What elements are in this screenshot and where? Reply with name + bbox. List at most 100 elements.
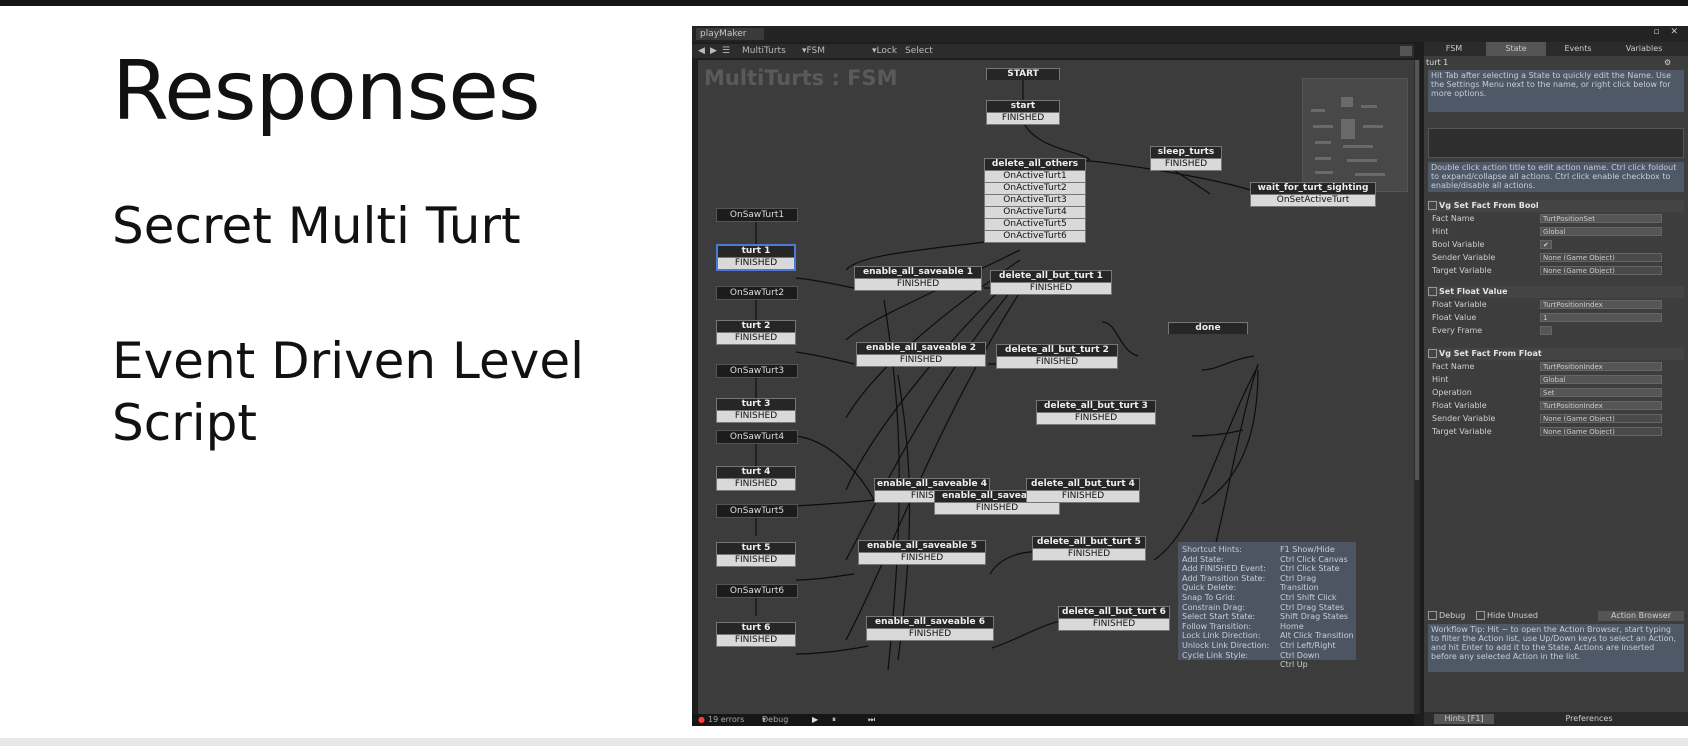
global-event-onsawturt6[interactable]: OnSawTurt6 — [716, 584, 798, 598]
hint-key: Add FINISHED Event: — [1182, 564, 1266, 574]
state-turt-5[interactable]: turt 5 FINISHED — [716, 542, 796, 567]
slide-bullet-2: Event Driven Level Script — [112, 332, 584, 452]
hint-key: Add Transition State: — [1182, 573, 1266, 583]
forward-icon[interactable]: ▶ — [710, 44, 717, 58]
window-controls[interactable]: ▫ ✕ — [1653, 27, 1682, 37]
lock-toggle[interactable]: ▾ Lock — [872, 44, 897, 58]
global-event-onsawturt4[interactable]: OnSawTurt4 — [716, 430, 798, 444]
preferences-button[interactable]: Preferences — [1544, 714, 1634, 724]
state-delete-all-but-turt-3[interactable]: delete_all_but_turt 3 FINISHED — [1036, 400, 1156, 425]
hint-value: Alt Click Transition — [1280, 631, 1354, 641]
hint-key: Snap To Grid: — [1182, 592, 1236, 602]
hint-value: Ctrl Click State — [1280, 564, 1340, 574]
hint-key: Follow Transition: — [1182, 621, 1252, 631]
global-event-onsawturt5[interactable]: OnSawTurt5 — [716, 504, 798, 518]
hint-value: Home — [1280, 621, 1304, 631]
state-delete-all-others[interactable]: delete_all_others OnActiveTurt1 OnActive… — [984, 158, 1086, 243]
state-enable-all-saveable-5[interactable]: enable_all_saveable 5 FINISHED — [858, 540, 986, 565]
inspector-panel: FSM State Events Variables turt 1 ⚙ Hit … — [1424, 42, 1688, 726]
hint-value: Ctrl Drag States — [1280, 602, 1345, 612]
hints-button[interactable]: Hints [F1] — [1434, 714, 1494, 724]
state-enable-all-saveable-6[interactable]: enable_all_saveable 6 FINISHED — [866, 616, 994, 641]
error-count[interactable]: 19 errors — [708, 714, 744, 726]
fsm-owner-select[interactable]: MultiTurts — [742, 44, 786, 58]
shortcut-hints-panel: Shortcut Hints: Add State: Add FINISHED Ev… — [1178, 542, 1356, 669]
select-button[interactable]: Select — [905, 44, 933, 58]
global-event-onsawturt2[interactable]: OnSawTurt2 — [716, 286, 798, 300]
state-delete-all-but-turt-4[interactable]: delete_all_but_turt 4 FINISHED — [1026, 478, 1140, 503]
action-vg-set-fact-from-bool[interactable]: Vg Set Fact From Bool Fact Name TurtPosit… — [1428, 200, 1684, 277]
tab-state[interactable]: State — [1486, 42, 1546, 56]
global-event-onsawturt3[interactable]: OnSawTurt3 — [716, 364, 798, 378]
pause-icon[interactable]: ⏸ — [832, 714, 836, 726]
enable-checkbox[interactable] — [1428, 349, 1437, 358]
global-event-onsawturt1[interactable]: OnSawTurt1 — [716, 208, 798, 222]
debug-checkbox[interactable]: Debug — [1428, 610, 1465, 622]
hint-key: Lock Link Direction: — [1182, 631, 1261, 641]
state-delete-all-but-turt-6[interactable]: delete_all_but_turt 6 FINISHED — [1058, 606, 1170, 631]
tab-variables[interactable]: Variables — [1614, 42, 1674, 56]
state-delete-all-but-turt-2[interactable]: delete_all_but_turt 2 FINISHED — [996, 344, 1118, 369]
state-wait-for-turt-sighting[interactable]: wait_for_turt_sighting OnSetActiveTurt — [1250, 182, 1376, 207]
action-browser-button[interactable]: Action Browser — [1598, 611, 1684, 621]
tab-events[interactable]: Events — [1548, 42, 1608, 56]
state-name-field[interactable]: turt 1 — [1426, 58, 1646, 68]
shortcut-hint-keys: Shortcut Hints: Add State: Add FINISHED Ev… — [1182, 545, 1280, 660]
state-enable-all-saveable-2[interactable]: enable_all_saveable 2 FINISHED — [856, 342, 986, 367]
debug-menu[interactable]: Debug ▾ — [762, 714, 788, 726]
error-icon[interactable]: ● — [698, 714, 705, 726]
playmaker-window: playMaker ▫ ✕ ◀ ▶ ☰ MultiTurts ▾ FSM ▾ L… — [692, 26, 1688, 726]
state-info-box: Hit Tab after selecting a State to quick… — [1428, 70, 1684, 112]
play-icon[interactable]: ▶ — [812, 714, 818, 726]
state-description-field[interactable] — [1428, 128, 1684, 158]
hint-key: Select Start State: — [1182, 612, 1256, 622]
tab-fsm[interactable]: FSM — [1424, 42, 1484, 56]
bottom-strip — [0, 738, 1688, 746]
top-bar — [0, 0, 1688, 6]
hint-key: Shortcut Hints: — [1182, 545, 1242, 554]
hint-key: Unlock Link Direction: — [1182, 640, 1270, 650]
enable-checkbox[interactable] — [1428, 201, 1437, 210]
hint-value: F1 Show/Hide — [1280, 545, 1335, 554]
graph-vertical-scrollbar[interactable] — [1414, 60, 1420, 714]
enable-checkbox[interactable] — [1428, 287, 1437, 296]
hide-unused-checkbox[interactable]: Hide Unused — [1476, 610, 1538, 622]
state-start[interactable]: start FINISHED — [986, 100, 1060, 125]
action-vg-set-fact-from-float[interactable]: Vg Set Fact From Float Fact Name TurtPosi… — [1428, 348, 1684, 438]
fsm-select[interactable]: ▾ FSM — [802, 44, 825, 58]
hint-value: Ctrl Click Canvas — [1280, 554, 1348, 564]
fsm-status-bar: ● 19 errors Debug ▾ ▶ ⏸ ⏭ — [692, 714, 1414, 726]
state-turt-2[interactable]: turt 2 FINISHED — [716, 320, 796, 345]
action-help-box: Double click action title to edit action… — [1428, 162, 1684, 192]
settings-icon[interactable] — [1400, 46, 1412, 56]
window-tab[interactable]: playMaker — [696, 28, 765, 40]
workflow-tip-box: Workflow Tip: Hit ~ to open the Action B… — [1428, 624, 1684, 672]
hint-value: Shift Drag States — [1280, 612, 1349, 622]
state-delete-all-but-turt-5[interactable]: delete_all_but_turt 5 FINISHED — [1032, 536, 1146, 561]
window-titlebar: playMaker ▫ ✕ — [692, 26, 1688, 42]
state-done[interactable]: done — [1168, 322, 1248, 334]
hint-value: Ctrl Left/Right — [1280, 640, 1336, 650]
step-icon[interactable]: ⏭ — [868, 714, 875, 726]
hint-key: Constrain Drag: — [1182, 602, 1246, 612]
shortcut-hint-values: F1 Show/Hide Ctrl Click Canvas Ctrl Click … — [1280, 545, 1356, 670]
state-turt-1[interactable]: turt 1 FINISHED — [716, 244, 796, 271]
hint-key: Cycle Link Style: — [1182, 650, 1249, 660]
state-delete-all-but-turt-1[interactable]: delete_all_but_turt 1 FINISHED — [990, 270, 1112, 295]
state-sleep-turts[interactable]: sleep_turts FINISHED — [1150, 146, 1222, 171]
fsm-toolbar: ◀ ▶ ☰ MultiTurts ▾ FSM ▾ Lock Select — [692, 44, 1414, 58]
back-icon[interactable]: ◀ — [698, 44, 705, 58]
start-marker[interactable]: START — [986, 68, 1060, 80]
inspector-debug-bar: Debug Hide Unused Action Browser — [1424, 610, 1688, 622]
fsm-graph-canvas[interactable]: MultiTurts : FSM START start FINISHED sl… — [698, 60, 1414, 714]
state-turt-3[interactable]: turt 3 FINISHED — [716, 398, 796, 423]
state-enable-all-saveable-1[interactable]: enable_all_saveable 1 FINISHED — [854, 266, 982, 291]
hint-value: Ctrl Up — [1280, 660, 1308, 670]
inspector-footer: Hints [F1] Preferences — [1424, 712, 1688, 726]
action-set-float-value[interactable]: Set Float Value Float Variable TurtPositi… — [1428, 286, 1684, 337]
state-turt-6[interactable]: turt 6 FINISHED — [716, 622, 796, 647]
slide-bullet-1: Secret Multi Turt — [112, 197, 521, 255]
state-settings-icon[interactable]: ⚙ — [1664, 58, 1671, 67]
state-turt-4[interactable]: turt 4 FINISHED — [716, 466, 796, 491]
menu-icon[interactable]: ☰ — [722, 44, 730, 58]
